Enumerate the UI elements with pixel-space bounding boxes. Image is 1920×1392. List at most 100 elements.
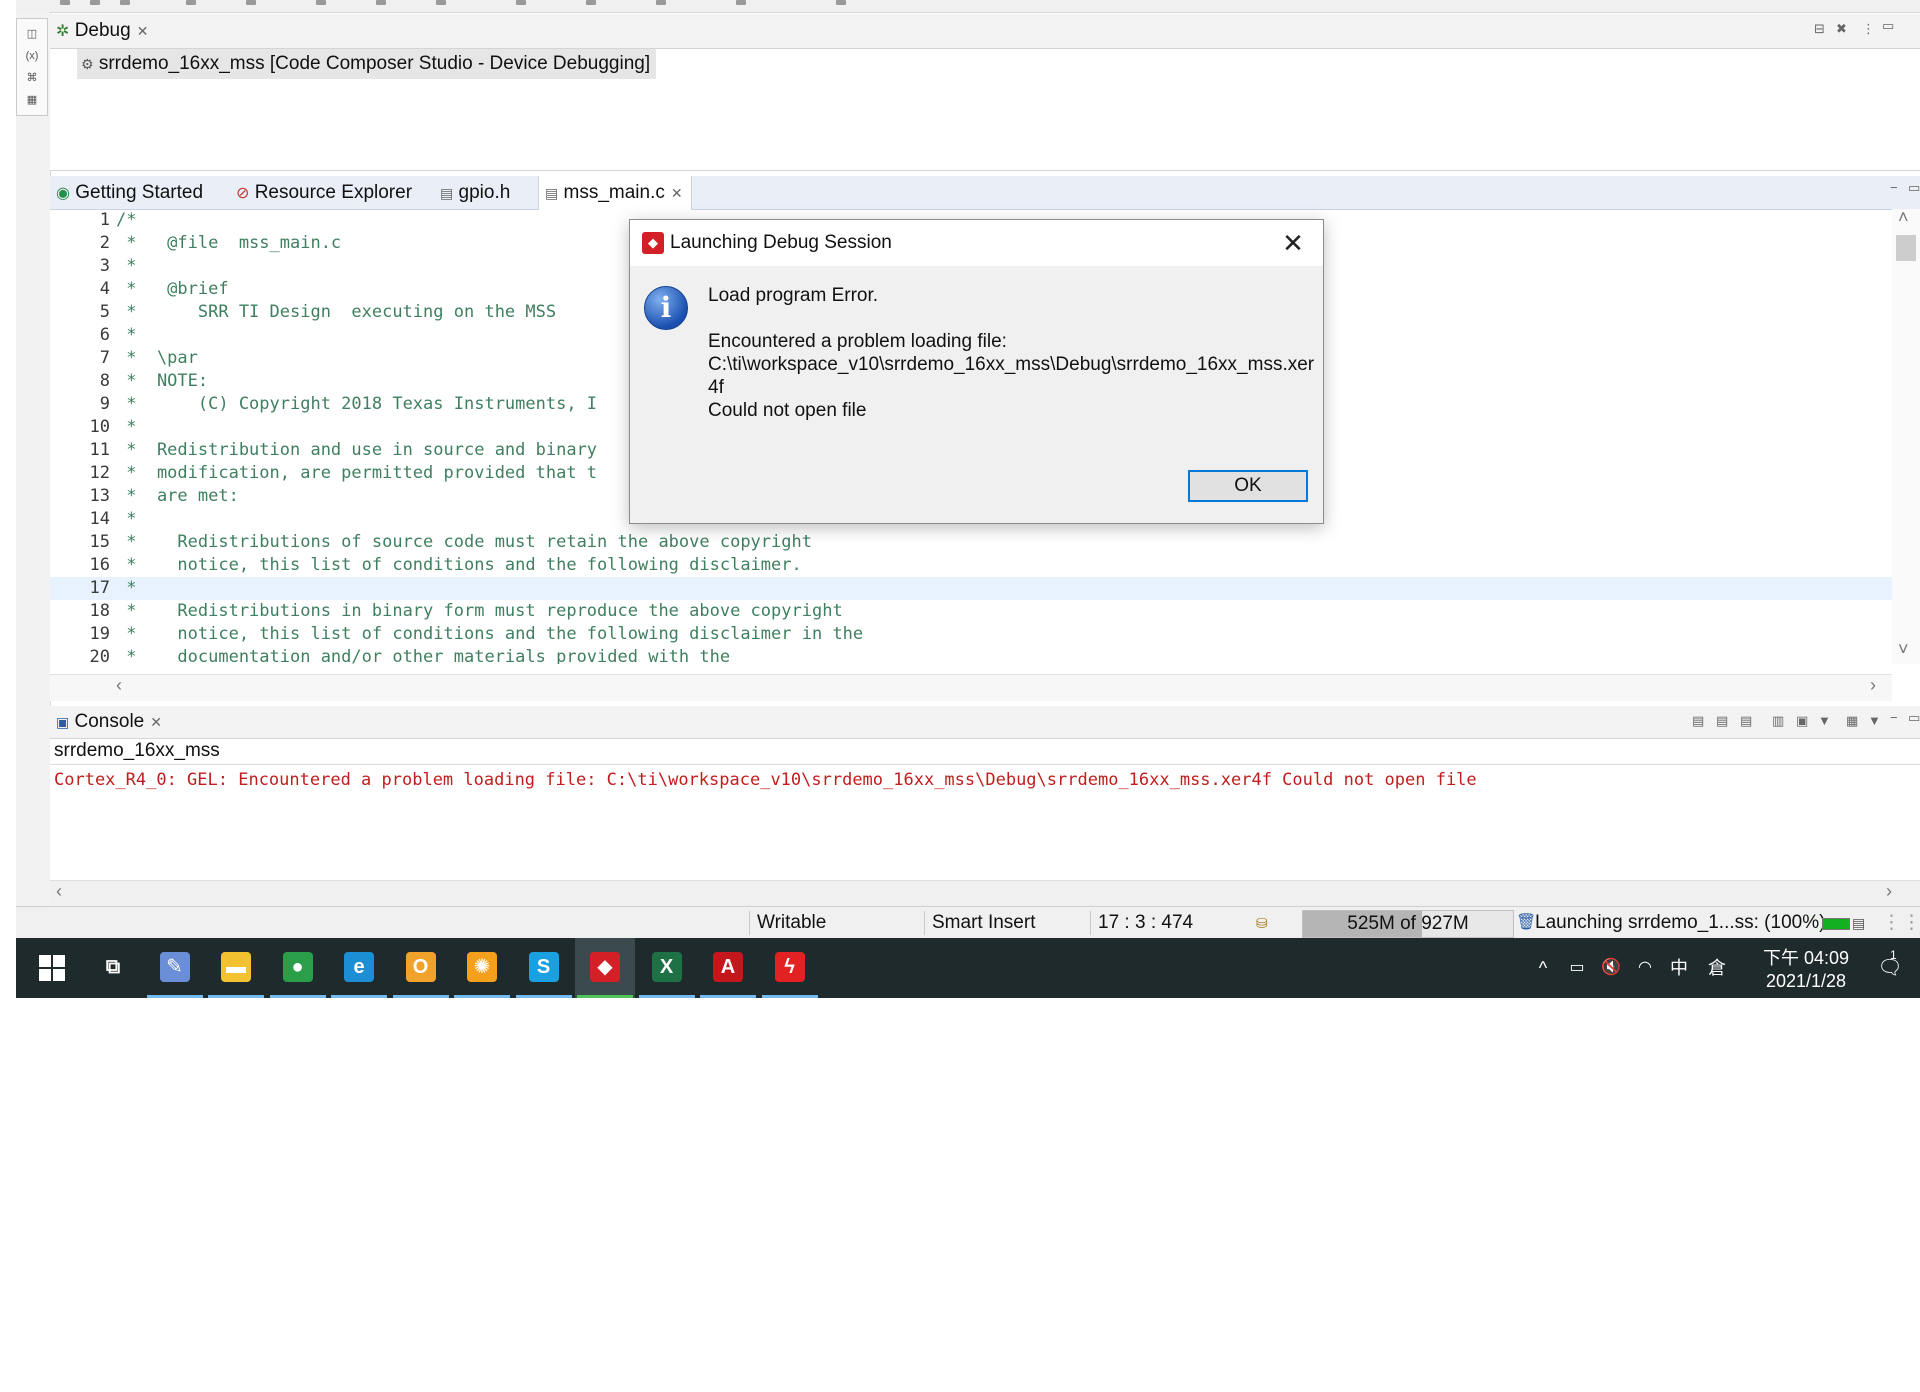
chevron-down-icon[interactable]: ˅: [1898, 639, 1909, 660]
breakpoints-icon[interactable]: ◫: [21, 25, 43, 43]
tab-label: Resource Explorer: [254, 182, 413, 203]
taskbar-app-paint[interactable]: ✎: [145, 938, 205, 998]
editor-vertical-scrollbar[interactable]: ˄ ˅: [1892, 207, 1920, 664]
editor-horizontal-scrollbar[interactable]: ‹ ›: [50, 674, 1892, 701]
running-indicator: [577, 995, 633, 998]
divider: [50, 764, 1920, 765]
close-button[interactable]: ✕: [1271, 224, 1315, 262]
taskbar-app-fan-app[interactable]: ✺: [452, 938, 512, 998]
remove-terminated-icon[interactable]: ✖: [1836, 21, 1847, 37]
minimize-icon[interactable]: ▭: [1882, 18, 1894, 34]
chevron-up-icon[interactable]: ˄: [1898, 207, 1909, 228]
open-console-icon[interactable]: ▦: [1846, 713, 1858, 729]
tab-console[interactable]: ▣ Console ✕: [56, 706, 162, 738]
code-line[interactable]: 16 * notice, this list of conditions and…: [50, 554, 1892, 577]
notification-center-button[interactable]: 🗨 1: [1874, 938, 1906, 998]
line-number: 4: [99, 279, 110, 299]
pin-console-icon[interactable]: ▥: [1772, 713, 1784, 729]
ime-layout-icon[interactable]: 倉: [1702, 938, 1732, 998]
code-line[interactable]: 20 * documentation and/or other material…: [50, 646, 1892, 664]
heap-status[interactable]: 525M of 927M: [1302, 910, 1514, 938]
variables-icon[interactable]: (x): [21, 47, 43, 65]
battery-icon[interactable]: ▭: [1562, 938, 1592, 998]
toolbar-button[interactable]: [316, 0, 326, 5]
clock-time[interactable]: 下午 04:09: [1756, 944, 1856, 970]
code-line[interactable]: 19 * notice, this list of conditions and…: [50, 623, 1892, 646]
progress-bar[interactable]: [1822, 918, 1850, 930]
console-output[interactable]: Cortex_R4_0: GEL: Encountered a problem …: [54, 770, 1477, 790]
view-menu-icon[interactable]: ⋮: [1862, 21, 1875, 37]
registers-icon[interactable]: ▦: [21, 91, 43, 109]
info-icon: i: [644, 286, 688, 330]
tab-gpio-h[interactable]: ▤ gpio.h: [440, 176, 510, 210]
close-icon[interactable]: ✕: [150, 714, 162, 730]
dialog-titlebar[interactable]: ◆ Launching Debug Session ✕: [630, 220, 1323, 266]
toolbar-button[interactable]: [516, 0, 526, 5]
taskbar-app-excel[interactable]: X: [637, 938, 697, 998]
toolbar-button[interactable]: [60, 0, 70, 5]
chevron-left-icon[interactable]: ‹: [116, 675, 122, 696]
chevron-up-icon[interactable]: ^: [1528, 938, 1558, 998]
toolbar-button[interactable]: [656, 0, 666, 5]
taskbar-app-task-view[interactable]: ⧉: [83, 938, 143, 998]
acrobat-icon: A: [713, 952, 743, 982]
expressions-icon[interactable]: ⌘: [21, 69, 43, 87]
taskbar-app-file-explorer[interactable]: ▬: [206, 938, 266, 998]
toolbar-button[interactable]: [246, 0, 256, 5]
minimize-icon[interactable]: −: [1890, 180, 1898, 195]
taskbar-app-acrobat[interactable]: A: [698, 938, 758, 998]
chevron-right-icon[interactable]: ›: [1870, 675, 1876, 696]
code-line[interactable]: 15 * Redistributions of source code must…: [50, 531, 1892, 554]
collapse-all-icon[interactable]: ⊟: [1814, 21, 1825, 37]
ok-button[interactable]: OK: [1188, 470, 1308, 502]
taskbar-app-flash-app[interactable]: ϟ: [760, 938, 820, 998]
word-wrap-icon[interactable]: ▤: [1740, 713, 1752, 729]
tab-label: gpio.h: [458, 182, 511, 203]
chevron-down-icon[interactable]: ▼: [1818, 713, 1831, 728]
maximize-icon[interactable]: ▭: [1908, 180, 1920, 196]
dialog-message-line: Encountered a problem loading file:: [708, 331, 1007, 352]
toolbar-button[interactable]: [586, 0, 596, 5]
edge-icon: e: [344, 952, 374, 982]
taskbar-app-chrome[interactable]: ●: [268, 938, 328, 998]
close-icon[interactable]: ✕: [671, 185, 683, 201]
chevron-left-icon[interactable]: ‹: [56, 881, 62, 902]
ime-mode-icon[interactable]: 中: [1664, 938, 1694, 998]
taskbar-app-outlook[interactable]: O: [391, 938, 451, 998]
display-console-icon[interactable]: ▣: [1796, 713, 1808, 729]
progress-view-icon[interactable]: ▤: [1852, 907, 1865, 939]
minimize-icon[interactable]: −: [1890, 710, 1898, 725]
trash-icon[interactable]: 🗑: [1516, 907, 1536, 939]
toolbar-button[interactable]: [376, 0, 386, 5]
toolbar-button[interactable]: [736, 0, 746, 5]
scroll-lock-icon[interactable]: ▤: [1716, 713, 1728, 729]
speaker-muted-icon[interactable]: 🔇: [1596, 938, 1626, 998]
console-horizontal-scrollbar[interactable]: ‹ ›: [50, 880, 1920, 907]
chevron-down-icon[interactable]: ▼: [1868, 713, 1881, 728]
lock-icon: ⛁: [1256, 915, 1268, 931]
taskbar-app-skype[interactable]: S: [514, 938, 574, 998]
code-line[interactable]: 18 * Redistributions in binary form must…: [50, 600, 1892, 623]
wifi-icon[interactable]: ◠: [1630, 938, 1660, 998]
running-indicator: [454, 995, 510, 998]
close-icon[interactable]: ✕: [137, 23, 149, 39]
code-line[interactable]: 17 *: [50, 577, 1892, 600]
start-button[interactable]: [22, 938, 82, 998]
tab-debug[interactable]: ✲ Debug ✕: [56, 14, 148, 48]
toolbar-button[interactable]: [186, 0, 196, 5]
clock-date[interactable]: 2021/1/28: [1756, 971, 1856, 992]
toolbar-button[interactable]: [836, 0, 846, 5]
scroll-thumb[interactable]: [1896, 235, 1916, 261]
toolbar-button[interactable]: [90, 0, 100, 5]
chevron-right-icon[interactable]: ›: [1886, 881, 1892, 902]
taskbar-app-edge[interactable]: e: [329, 938, 389, 998]
toolbar-button[interactable]: [120, 0, 130, 5]
maximize-icon[interactable]: ▭: [1908, 710, 1920, 726]
clear-console-icon[interactable]: ▤: [1692, 713, 1704, 729]
debug-session-item[interactable]: ⚙ srrdemo_16xx_mss [Code Composer Studio…: [77, 49, 657, 79]
tab-mss-main-c[interactable]: ▤ mss_main.c ✕: [538, 176, 692, 210]
tab-getting-started[interactable]: ◉ Getting Started: [56, 176, 203, 210]
toolbar-button[interactable]: [436, 0, 446, 5]
taskbar-app-code-composer-studio[interactable]: ◆: [575, 938, 635, 998]
tab-resource-explorer[interactable]: ⊘ Resource Explorer: [236, 176, 412, 210]
